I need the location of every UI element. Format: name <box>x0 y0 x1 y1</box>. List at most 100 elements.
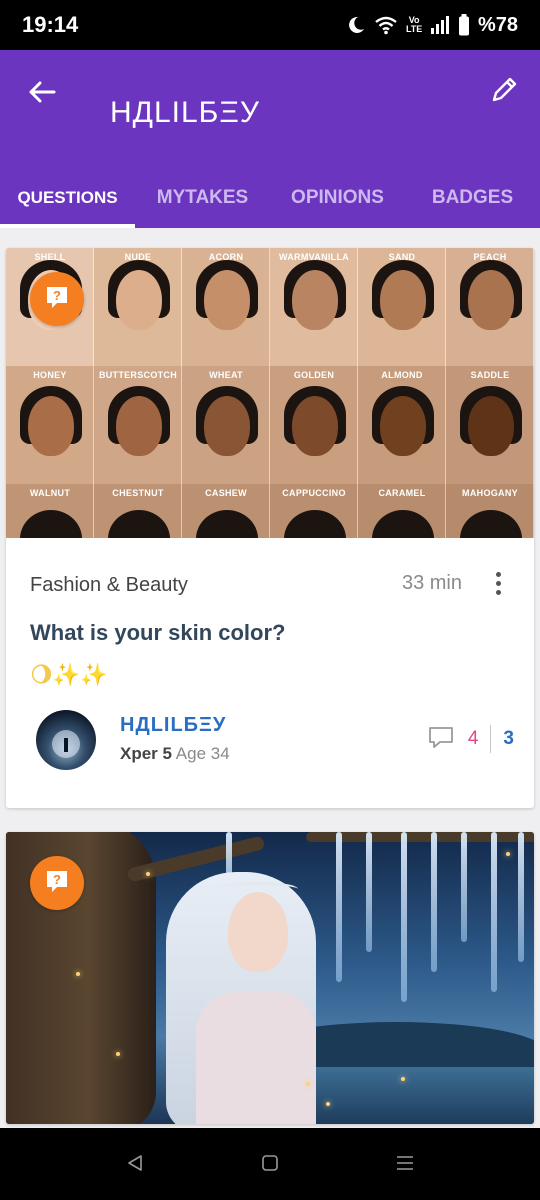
tab-questions[interactable]: QUESTIONS <box>0 168 135 228</box>
author-meta: Xper 5 Age 34 <box>120 744 230 764</box>
question-bubble-icon: ? <box>44 868 70 899</box>
swatch-label: ALMOND <box>381 370 423 380</box>
skin-tone-grid: SHELL NUDE ACORN WARMVANILLA SAND PEACH … <box>6 248 534 538</box>
sparkle <box>116 1052 120 1056</box>
sparkle <box>306 1082 310 1086</box>
wifi-icon <box>374 15 398 35</box>
swatch-cappuccino: CAPPUCCINO <box>270 484 358 538</box>
dot <box>495 571 501 577</box>
status-time: 19:14 <box>22 12 79 37</box>
author-name[interactable]: НДLILБΞУ <box>120 714 226 737</box>
swatch-label: BUTTERSCOTCH <box>98 370 178 380</box>
xper-level: Xper 5 <box>120 744 172 763</box>
question-card[interactable]: ? <box>6 832 534 1124</box>
profile-name: НДLILБΞУ <box>110 96 260 129</box>
willow-vine <box>491 832 497 992</box>
swatch-label: SAND <box>388 252 416 262</box>
swatch-caramel: CARAMEL <box>358 484 446 538</box>
tab-badges[interactable]: BADGES <box>405 168 540 228</box>
comment-count[interactable]: 4 <box>468 728 479 750</box>
swatch-label: NUDE <box>124 252 152 262</box>
swatch-saddle: SADDLE <box>446 366 534 484</box>
swatch-wheat: WHEAT <box>182 366 270 484</box>
comment-icon <box>428 725 454 754</box>
swatch-label: WARMVANILLA <box>278 252 350 262</box>
swatch-almond: ALMOND <box>358 366 446 484</box>
stats-divider <box>490 725 492 753</box>
author-age: Age 34 <box>175 744 230 763</box>
swatch-honey: HONEY <box>6 366 94 484</box>
willow-vine <box>518 832 524 962</box>
battery-percentage: %78 <box>477 13 518 36</box>
post-category[interactable]: Fashion & Beauty <box>30 574 188 597</box>
willow-vine <box>461 832 467 942</box>
avatar[interactable] <box>36 710 96 770</box>
swatch-label: WALNUT <box>29 488 71 498</box>
skin-tone-image[interactable]: SHELL NUDE ACORN WARMVANILLA SAND PEACH … <box>6 248 534 538</box>
volte-icon: Vo LTE <box>405 15 423 34</box>
triangle-back-icon <box>125 1153 145 1178</box>
question-card[interactable]: SHELL NUDE ACORN WARMVANILLA SAND PEACH … <box>6 248 534 808</box>
arrow-left-icon <box>28 80 56 109</box>
svg-text:?: ? <box>53 872 61 887</box>
sparkle <box>326 1102 330 1106</box>
swatch-nude: NUDE <box>94 248 182 366</box>
swatch-acorn: ACORN <box>182 248 270 366</box>
swatch-cashew: CASHEW <box>182 484 270 538</box>
dot <box>495 589 501 595</box>
swatch-label: SHELL <box>34 252 66 262</box>
question-bubble-icon: ? <box>44 284 70 315</box>
question-description: 🌖✨✨ <box>30 662 108 687</box>
question-title[interactable]: What is your skin color? <box>30 620 285 646</box>
swatch-sand: SAND <box>358 248 446 366</box>
more-options-button[interactable] <box>486 568 510 598</box>
swatch-warmvanilla: WARMVANILLA <box>270 248 358 366</box>
back-button[interactable] <box>24 76 60 112</box>
nav-back-button[interactable] <box>120 1150 150 1180</box>
nav-recents-button[interactable] <box>390 1150 420 1180</box>
swatch-label: CAPPUCCINO <box>282 488 346 498</box>
swatch-walnut: WALNUT <box>6 484 94 538</box>
tab-opinions[interactable]: OPINIONS <box>270 168 405 228</box>
status-bar: 19:14 Vo LTE %78 <box>0 0 540 50</box>
swatch-label: MAHOGANY <box>462 488 518 498</box>
question-card-body: Fashion & Beauty 33 min What is your ski… <box>6 538 534 808</box>
tiara <box>218 882 298 896</box>
willow-vine <box>431 832 437 972</box>
figure-face <box>228 892 288 972</box>
swatch-label: WHEAT <box>209 370 243 380</box>
sparkle <box>401 1077 405 1081</box>
willow-vine <box>336 832 342 982</box>
willow-vine <box>401 832 407 1002</box>
question-type-badge: ? <box>30 272 84 326</box>
svg-text:?: ? <box>53 288 61 303</box>
swatch-label: ACORN <box>208 252 244 262</box>
profile-header: НДLILБΞУ QUESTIONS MYTAKES OPINIONS BADG… <box>0 50 540 228</box>
swatch-peach: PEACH <box>446 248 534 366</box>
swatch-chestnut: CHESTNUT <box>94 484 182 538</box>
tab-mytakes[interactable]: MYTAKES <box>135 168 270 228</box>
sparkle <box>146 872 150 876</box>
battery-icon <box>458 14 470 36</box>
figure-body <box>196 992 316 1124</box>
post-image[interactable]: ? <box>6 832 534 1124</box>
signal-icon <box>430 16 450 34</box>
swatch-label: CARAMEL <box>378 488 426 498</box>
post-time: 33 min <box>401 572 462 594</box>
edit-button[interactable] <box>486 74 522 110</box>
sparkle <box>76 972 80 976</box>
moon-icon <box>346 15 366 35</box>
nav-home-button[interactable] <box>255 1150 285 1180</box>
sparkle <box>506 852 510 856</box>
swatch-label: PEACH <box>473 252 507 262</box>
swatch-butterscotch: BUTTERSCOTCH <box>94 366 182 484</box>
status-icons: Vo LTE %78 <box>346 10 518 40</box>
post-stats: 4 3 <box>428 724 514 754</box>
swatch-label: GOLDEN <box>293 370 335 380</box>
pencil-icon <box>489 75 519 110</box>
swatch-golden: GOLDEN <box>270 366 358 484</box>
dot <box>495 580 501 586</box>
opinion-count[interactable]: 3 <box>503 728 514 750</box>
square-home-icon <box>260 1153 280 1178</box>
profile-tabs: QUESTIONS MYTAKES OPINIONS BADGES <box>0 168 540 228</box>
